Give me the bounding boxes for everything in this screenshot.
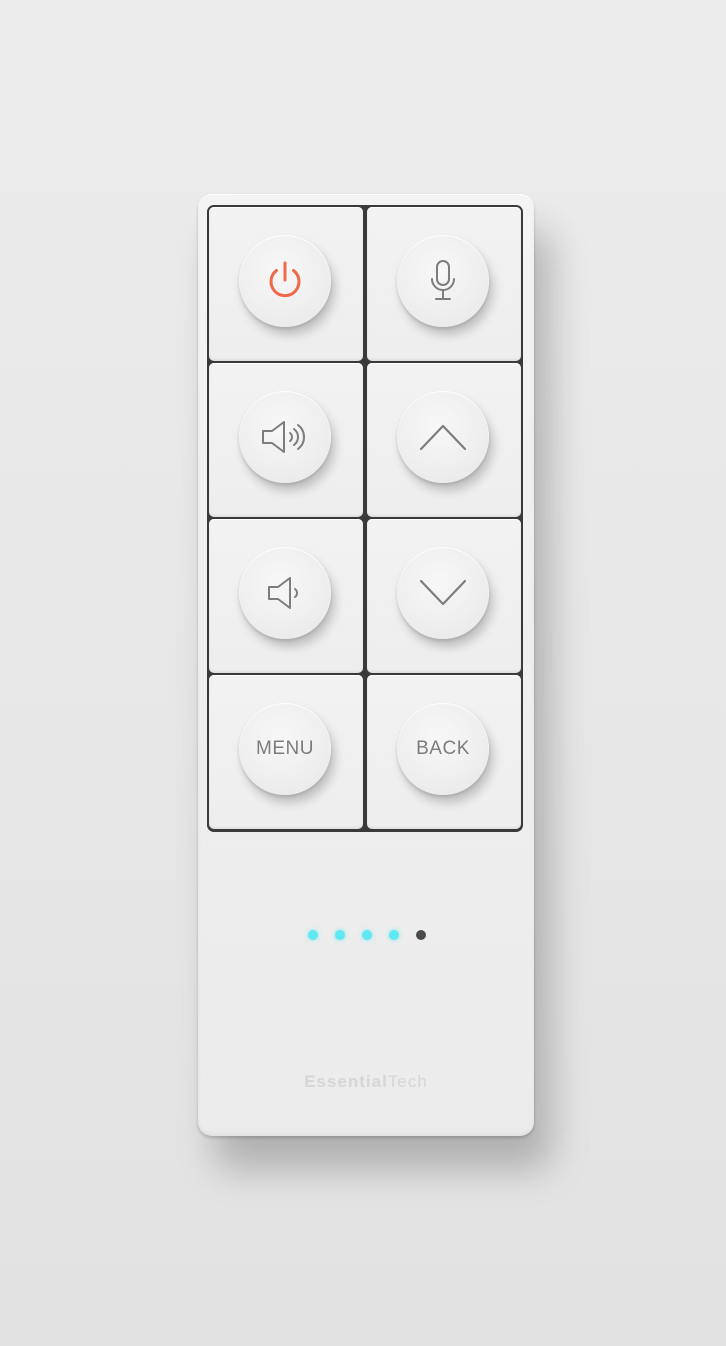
key-mic[interactable]: [367, 207, 521, 361]
volume-up-icon: [262, 421, 305, 453]
key-power[interactable]: [209, 207, 363, 361]
back-button-label: BACK: [416, 738, 470, 759]
brand-logo-regular: Tech: [387, 1072, 428, 1091]
volume-down-button[interactable]: [239, 547, 331, 639]
power-icon: [269, 261, 301, 298]
keypad: MENU BACK: [207, 205, 523, 832]
chevron-up-icon: [419, 424, 467, 451]
key-volume-down[interactable]: [209, 519, 363, 673]
indicator-dot-2: [335, 930, 345, 940]
menu-button[interactable]: MENU: [239, 703, 331, 795]
key-volume-up[interactable]: [209, 363, 363, 517]
indicator-dot-1: [308, 930, 318, 940]
remote-control: MENU BACK EssentialTech: [198, 194, 534, 1136]
brand-logo-bold: Essential: [304, 1072, 388, 1091]
back-button[interactable]: BACK: [397, 703, 489, 795]
chevron-down-icon: [419, 579, 467, 606]
menu-button-label: MENU: [256, 738, 314, 759]
indicator-dot-4: [389, 930, 399, 940]
up-button[interactable]: [397, 391, 489, 483]
microphone-button[interactable]: [397, 235, 489, 327]
volume-up-button[interactable]: [239, 391, 331, 483]
power-button[interactable]: [239, 235, 331, 327]
brand-logo: EssentialTech: [198, 1072, 534, 1092]
indicator-dot-5: [416, 930, 426, 940]
key-down[interactable]: [367, 519, 521, 673]
key-up[interactable]: [367, 363, 521, 517]
volume-down-icon: [268, 577, 298, 609]
indicator-dot-3: [362, 930, 372, 940]
status-indicator-dots: [308, 930, 426, 940]
down-button[interactable]: [397, 547, 489, 639]
microphone-icon: [431, 260, 455, 300]
key-menu[interactable]: MENU: [209, 675, 363, 829]
key-back[interactable]: BACK: [367, 675, 521, 829]
